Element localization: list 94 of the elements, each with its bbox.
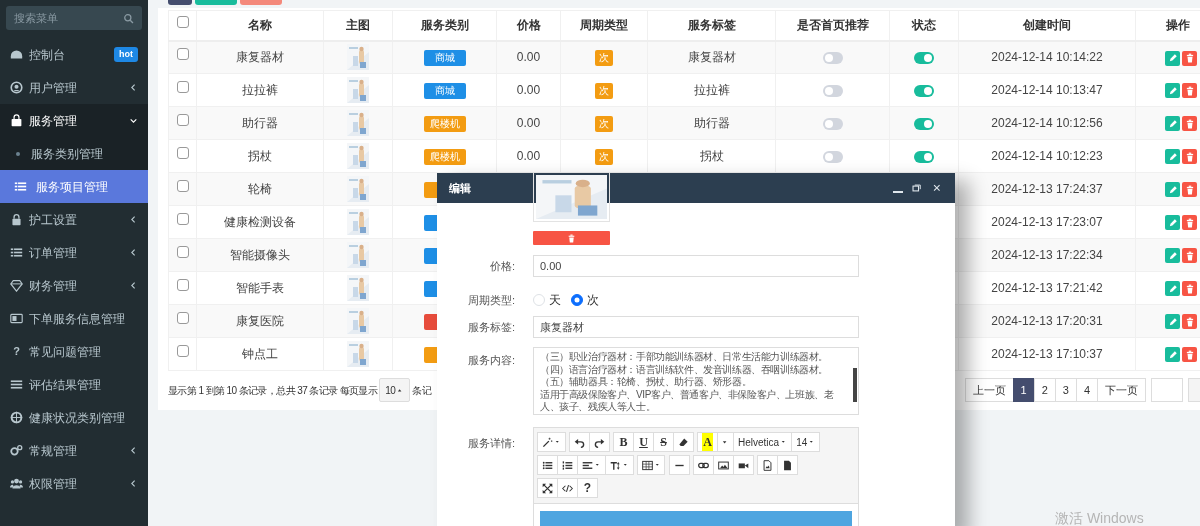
table-cell: 钟点工 xyxy=(196,337,324,371)
sidebar-item[interactable]: 下单服务信息管理 xyxy=(0,302,148,335)
cycle-badge: 次 xyxy=(595,149,613,165)
table-cell: 2024-12-13 17:20:31 xyxy=(958,304,1136,338)
sidebar-item[interactable]: 服务项目管理 xyxy=(0,170,148,203)
table-cell: 2024-12-13 17:22:34 xyxy=(958,238,1136,272)
category-badge: 商城 xyxy=(423,82,466,99)
table-cell: 2024-12-13 17:10:37 xyxy=(958,337,1136,371)
cycle-badge: 次 xyxy=(595,50,613,67)
column-header: 操作 xyxy=(1135,10,1200,41)
table-cell: 康复器材 xyxy=(196,40,324,74)
next-page-link[interactable]: 下一页 xyxy=(1097,378,1146,402)
column-header: 价格 xyxy=(496,10,561,41)
page-size-select[interactable]: 10 xyxy=(379,378,411,402)
sidebar-item[interactable]: 权限管理 xyxy=(0,467,148,500)
category-badge: 爬楼机 xyxy=(423,148,466,165)
table-cell: 健康检测设备 xyxy=(196,205,324,239)
column-header: 创建时间 xyxy=(958,10,1136,41)
sidebar-item[interactable]: 控制台 hot xyxy=(0,38,148,71)
strike-button[interactable]: S xyxy=(653,432,674,452)
content-line: （五）辅助器具：轮椅、拐杖、助行器、矫形器。 xyxy=(540,376,753,389)
table-cell: 2024-12-14 10:14:22 xyxy=(958,40,1136,74)
column-header: 是否首页推荐 xyxy=(775,10,890,41)
table-cell: 助行器 xyxy=(196,106,324,140)
table-cell: 2024-12-14 10:12:23 xyxy=(958,139,1136,173)
page-link[interactable]: 1 xyxy=(1012,378,1035,402)
sidebar-item[interactable]: 常规管理 xyxy=(0,434,148,467)
table-cell: 拉拉裤 xyxy=(196,73,324,107)
table-cell: 智能摄像头 xyxy=(196,238,324,272)
font-button[interactable]: Helvetica xyxy=(733,432,793,452)
price-field[interactable]: 0.00 xyxy=(533,255,859,277)
sidebar-item[interactable]: ? 常见问题管理 xyxy=(0,335,148,368)
page-link[interactable]: 3 xyxy=(1054,378,1077,402)
table-cell: 拉拉裤 xyxy=(647,73,776,107)
table-cell: 2024-12-13 17:23:07 xyxy=(958,205,1136,239)
bold-button[interactable]: B xyxy=(613,432,634,452)
table-cell: 0.00 xyxy=(496,106,561,140)
category-badge: 商城 xyxy=(423,50,466,67)
content-line: （三）职业治疗器材：手部功能训练器材、日常生活能力训练器材。 xyxy=(540,351,829,364)
table-cell: 0.00 xyxy=(496,73,561,107)
option-label: 次 xyxy=(587,292,599,309)
sidebar-item[interactable]: 评估结果管理 xyxy=(0,368,148,401)
dialog-title: 编辑 xyxy=(449,180,471,196)
table-cell: 助行器 xyxy=(647,106,776,140)
cycle-badge: 次 xyxy=(595,83,613,99)
sidebar-item[interactable]: 用户管理 xyxy=(0,71,148,104)
table-cell: 2024-12-14 10:13:47 xyxy=(958,73,1136,107)
prev-page-link[interactable]: 上一页 xyxy=(964,378,1014,402)
table-cell: 0.00 xyxy=(496,139,561,173)
table-cell: 智能手表 xyxy=(196,271,324,305)
highlight-button[interactable]: A xyxy=(697,432,718,452)
pagination-summary: 条记 xyxy=(412,383,431,398)
sidebar-item[interactable]: 财务管理 xyxy=(0,269,148,302)
table-cell: 轮椅 xyxy=(196,172,324,206)
column-header: 名称 xyxy=(196,10,324,41)
underline-button[interactable]: U xyxy=(633,432,654,452)
table-cell: 康复医院 xyxy=(196,304,324,338)
field-label: 服务详情: xyxy=(466,436,515,451)
table-cell: 拐杖 xyxy=(196,139,324,173)
sidebar-item[interactable]: 健康状况类别管理 xyxy=(0,401,148,434)
help-button[interactable]: ? xyxy=(577,478,598,498)
pagination-summary: 显示第 1 到第 10 条记录，总共 37 条记录 每页显示 xyxy=(168,383,378,398)
field-label: 周期类型: xyxy=(466,292,515,308)
column-header: 服务标签 xyxy=(647,10,776,41)
column-header: 周期类型 xyxy=(560,10,648,41)
font-button[interactable]: 14 xyxy=(791,432,821,452)
sidebar-item[interactable]: 订单管理 xyxy=(0,236,148,269)
column-header: 服务类别 xyxy=(392,10,497,41)
sidebar-item[interactable]: 护工设置 xyxy=(0,203,148,236)
question-icon: ? xyxy=(10,343,23,360)
table-cell: 康复器材 xyxy=(647,40,776,74)
content-line: （四）语言治疗器材：语言训练软件、发音训练器、吞咽训练器材。 xyxy=(540,363,829,376)
table-cell: 2024-12-13 17:24:37 xyxy=(958,172,1136,206)
cycle-badge: 次 xyxy=(595,116,613,132)
sidebar-item[interactable]: 服务管理 xyxy=(0,104,148,137)
content-field[interactable]: （三）职业治疗器材：手部功能训练器材、日常生活能力训练器材。 （四）语言治疗器材：语言训练软件、发音训练器、吞咽训练器材。 （五）辅助器具：轮椅、拐杖、助行器、矫形器。 适用于高级保险客户、VIP客户、普通客户、非保险客户、上班族、老人、孩子、残疾人等人士。 xyxy=(533,347,859,415)
search-field[interactable]: 搜索菜单 xyxy=(6,6,142,30)
tag-badge: hot xyxy=(114,46,138,63)
field-label: 服务标签: xyxy=(466,319,515,335)
os-activation-notice: 激活 Windows xyxy=(1055,509,1144,526)
option-label: 天 xyxy=(549,292,561,309)
sidebar-item[interactable]: 服务类别管理 xyxy=(0,137,148,170)
column-header: 状态 xyxy=(889,10,959,41)
content-line: 适用于高级保险客户、VIP客户、普通客户、非保险客户、上班族、老人、孩子、残疾人等人士。 xyxy=(540,388,835,414)
tag-field[interactable]: 康复器材 xyxy=(533,316,859,338)
page-link[interactable]: 2 xyxy=(1033,378,1056,402)
field-label: 服务内容: xyxy=(466,353,515,368)
table-cell: 0.00 xyxy=(496,40,561,74)
column-header: 主图 xyxy=(323,10,393,41)
table-cell: 2024-12-14 10:12:56 xyxy=(958,106,1136,140)
category-badge: 爬楼机 xyxy=(423,115,466,132)
table-cell: 2024-12-13 17:21:42 xyxy=(958,271,1136,305)
table-cell: 拐杖 xyxy=(647,139,776,173)
field-label: 价格: xyxy=(488,258,515,274)
